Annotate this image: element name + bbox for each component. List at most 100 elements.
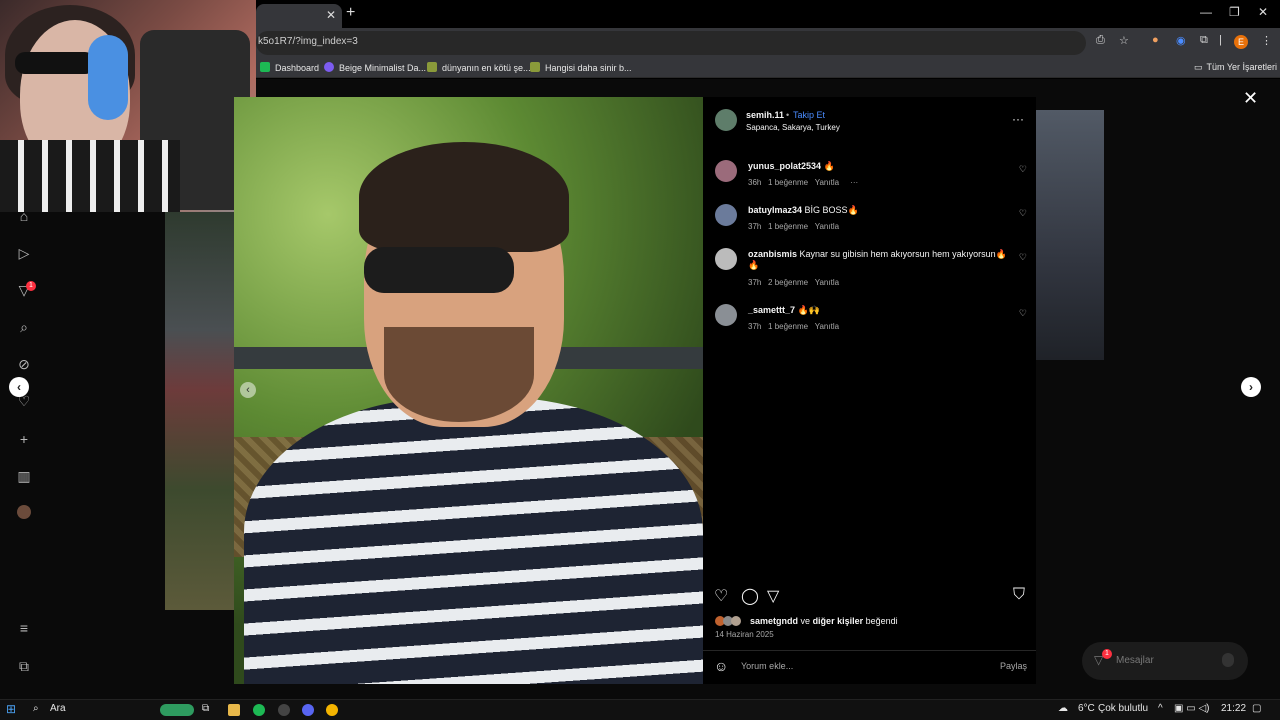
clock[interactable]: 21:22 bbox=[1221, 703, 1246, 714]
apps-icon[interactable]: ⧉ bbox=[15, 658, 33, 676]
sunglasses-shape bbox=[15, 52, 95, 74]
carousel-prev-icon[interactable]: ‹ bbox=[240, 382, 256, 398]
comment-like-icon[interactable]: ♡ bbox=[1019, 208, 1027, 219]
taskbar-search-icon[interactable]: ⌕ bbox=[33, 703, 39, 714]
like-heart-icon[interactable]: ♡ bbox=[714, 586, 728, 606]
bookmark-beige[interactable]: Beige Minimalist Da... bbox=[324, 62, 426, 73]
extension-icon[interactable]: ● bbox=[1152, 34, 1159, 46]
headset-shape bbox=[88, 35, 128, 120]
profile-avatar[interactable] bbox=[17, 505, 31, 519]
minimize-icon[interactable]: — bbox=[1200, 5, 1212, 19]
likes-summary: sametgndd ve diğer kişiler beğendi bbox=[750, 616, 898, 626]
explore-icon[interactable]: ⊘ bbox=[15, 356, 33, 374]
dashboard-icon[interactable]: ▥ bbox=[15, 468, 33, 486]
star-icon[interactable]: ☆ bbox=[1119, 34, 1129, 47]
close-window-icon[interactable]: ✕ bbox=[1258, 5, 1268, 19]
shirt-shape bbox=[0, 140, 180, 212]
prev-post-icon[interactable]: ‹ bbox=[9, 377, 29, 397]
folder-icon: ▭ bbox=[1194, 62, 1203, 72]
widgets-icon[interactable] bbox=[160, 704, 194, 716]
weather-icon: ☁ bbox=[1058, 703, 1068, 714]
comment-avatar[interactable] bbox=[715, 204, 737, 226]
bookmark-dashboard[interactable]: Dashboard bbox=[260, 62, 319, 73]
separator-dot: • bbox=[786, 110, 790, 120]
discord-icon[interactable] bbox=[302, 704, 314, 716]
comment-meta: 37h 1 beğenme Yanıtla bbox=[748, 222, 840, 231]
comment-meta: 37h 2 beğenme Yanıtla bbox=[748, 278, 840, 287]
comment-avatar[interactable] bbox=[715, 248, 737, 270]
next-post-icon[interactable]: › bbox=[1241, 377, 1261, 397]
comment-more-icon[interactable]: ··· bbox=[850, 178, 858, 187]
weather-temp[interactable]: 6°C bbox=[1078, 703, 1095, 714]
beard-shape bbox=[384, 327, 534, 422]
webcam-overlay bbox=[0, 0, 256, 212]
taskbar-search[interactable]: Ara bbox=[50, 703, 66, 714]
comment-like-icon[interactable]: ♡ bbox=[1019, 252, 1027, 263]
message-badge: 1 bbox=[1102, 649, 1112, 659]
divider bbox=[703, 650, 1036, 651]
search-icon[interactable]: ⌕ bbox=[15, 319, 33, 337]
share-send-icon[interactable]: ▽ bbox=[767, 586, 779, 606]
browser-tab[interactable]: ✕ bbox=[256, 4, 342, 28]
close-modal-icon[interactable]: ✕ bbox=[1243, 88, 1258, 109]
tab-close-icon[interactable]: ✕ bbox=[326, 8, 336, 22]
divider: | bbox=[1219, 34, 1222, 46]
tray-icons[interactable]: ▣ ▭ ◁) bbox=[1174, 703, 1209, 714]
sunglasses-shape bbox=[364, 247, 514, 293]
bookmark-favicon-icon bbox=[324, 62, 334, 72]
messages-label: Mesajlar bbox=[1116, 655, 1154, 666]
notification-badge: 1 bbox=[26, 281, 36, 291]
file-explorer-icon[interactable] bbox=[228, 704, 240, 716]
weather-text[interactable]: Çok bulutlu bbox=[1098, 703, 1148, 714]
windows-taskbar: ⊞ ⌕ Ara ⧉ ☁ 6°C Çok bulutlu ^ ▣ ▭ ◁) 21:… bbox=[0, 699, 1280, 720]
create-icon[interactable]: + bbox=[15, 431, 33, 449]
striped-shirt bbox=[244, 397, 703, 684]
author-avatar[interactable] bbox=[715, 109, 737, 131]
profile-avatar[interactable]: E bbox=[1234, 35, 1248, 49]
install-app-icon[interactable]: ⎙ bbox=[1096, 34, 1105, 47]
new-tab-icon[interactable]: + bbox=[346, 4, 355, 22]
spotify-icon[interactable] bbox=[253, 704, 265, 716]
author-username[interactable]: semih.11 bbox=[746, 110, 784, 120]
post-photo bbox=[234, 97, 703, 684]
windows-start-icon[interactable]: ⊞ bbox=[6, 702, 16, 716]
bookmark-dunyanin[interactable]: dünyanın en kötü şe... bbox=[427, 62, 531, 73]
post-details-panel: semih.11 • Takip Et Sapanca, Sakarya, Tu… bbox=[703, 97, 1036, 684]
extension-icon[interactable]: ◉ bbox=[1176, 34, 1186, 47]
comment-meta: 37h 1 beğenme Yanıtla bbox=[748, 322, 840, 331]
hair-shape bbox=[359, 142, 569, 252]
comment-text: batuylmaz34 BİG BOSS🔥 bbox=[748, 205, 859, 215]
background-post-image bbox=[1036, 110, 1104, 360]
bookmark-favicon-icon bbox=[260, 62, 270, 72]
messages-button[interactable]: ▽ 1 Mesajlar bbox=[1082, 642, 1248, 680]
comment-avatar[interactable] bbox=[715, 304, 737, 326]
comment-like-icon[interactable]: ♡ bbox=[1019, 164, 1027, 175]
all-bookmarks[interactable]: ▭ Tüm Yer İşaretleri bbox=[1194, 62, 1277, 73]
comment-input[interactable]: Yorum ekle... bbox=[741, 661, 793, 671]
app-icon[interactable] bbox=[278, 704, 290, 716]
more-menu-icon[interactable]: ≡ bbox=[15, 620, 33, 638]
post-location[interactable]: Sapanca, Sakarya, Turkey bbox=[746, 123, 840, 132]
bookmark-hangisi[interactable]: Hangisi daha sinir b... bbox=[530, 62, 632, 73]
comment-text: yunus_polat2534 🔥 bbox=[748, 161, 835, 171]
comment-text-continued: 🔥 bbox=[748, 260, 760, 270]
comment-bubble-icon[interactable]: ◯ bbox=[741, 586, 759, 606]
more-options-icon[interactable]: ··· bbox=[1012, 112, 1024, 126]
restore-icon[interactable]: ❐ bbox=[1229, 5, 1240, 19]
emoji-icon[interactable]: ☺ bbox=[714, 658, 728, 674]
chevron-up-icon[interactable]: ^ bbox=[1158, 703, 1163, 714]
reels-icon[interactable]: ▷ bbox=[15, 245, 33, 263]
address-bar[interactable]: k5o1R7/?img_index=3 bbox=[256, 31, 1086, 55]
notification-icon[interactable]: ▢ bbox=[1252, 703, 1261, 714]
comment-like-icon[interactable]: ♡ bbox=[1019, 308, 1027, 319]
comment-avatar[interactable] bbox=[715, 160, 737, 182]
follow-button[interactable]: Takip Et bbox=[793, 110, 825, 120]
url-text: k5o1R7/?img_index=3 bbox=[258, 36, 358, 47]
menu-kebab-icon[interactable]: ⋮ bbox=[1261, 34, 1272, 47]
extensions-puzzle-icon[interactable]: ⧉ bbox=[1200, 34, 1208, 47]
bookmark-favicon-icon bbox=[427, 62, 437, 72]
chrome-icon[interactable] bbox=[326, 704, 338, 716]
bookmark-icon[interactable]: ⛉ bbox=[1013, 586, 1025, 604]
post-comment-button[interactable]: Paylaş bbox=[1000, 661, 1027, 671]
task-view-icon[interactable]: ⧉ bbox=[202, 703, 209, 714]
